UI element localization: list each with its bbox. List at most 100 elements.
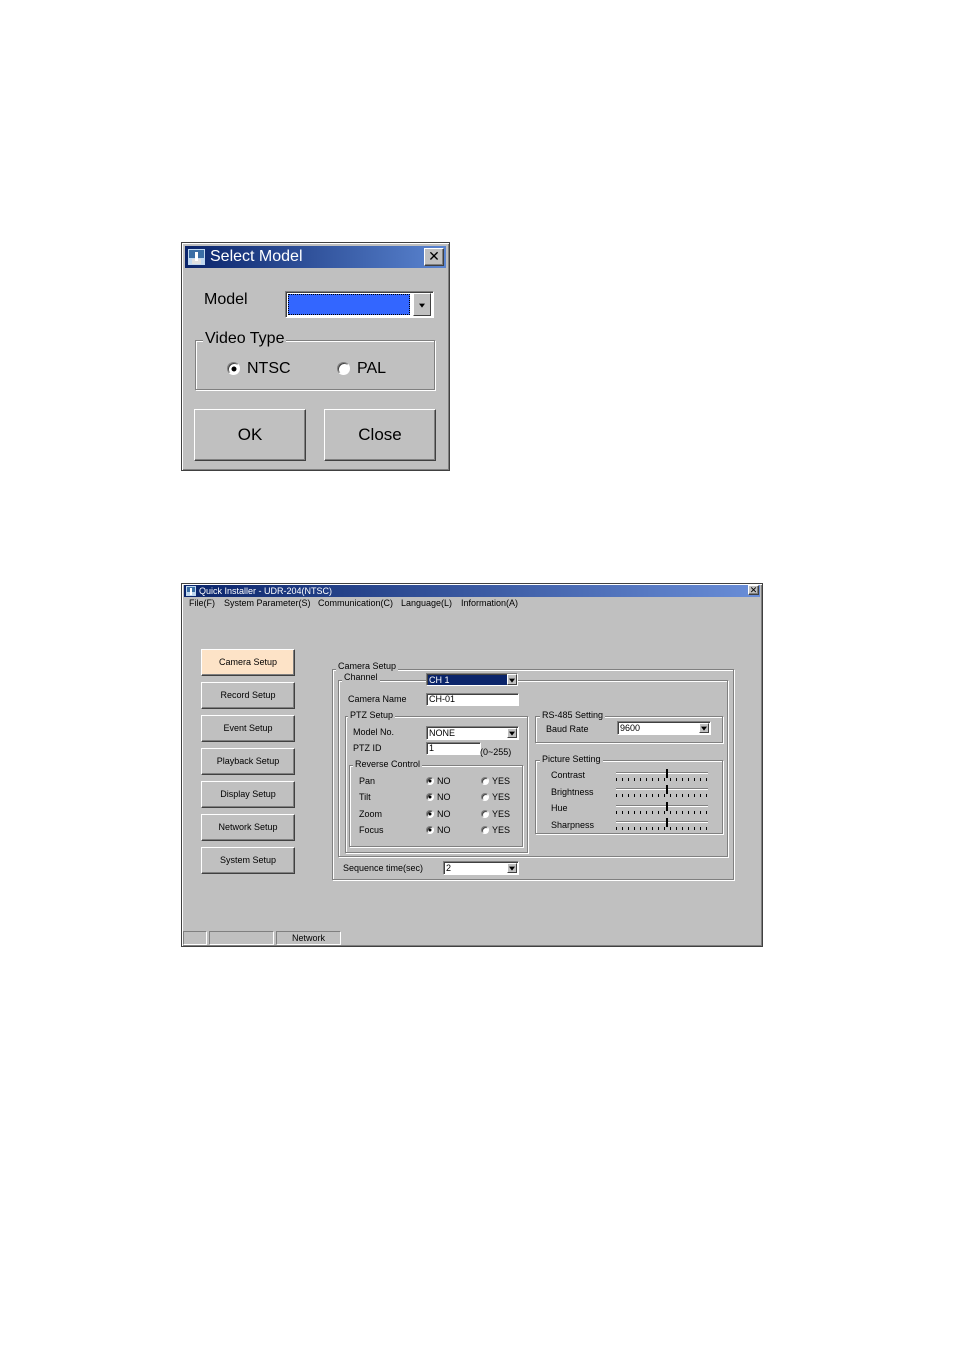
pan-label: Pan	[359, 776, 376, 786]
ptz-id-label: PTZ ID	[353, 743, 382, 753]
ptz-model-combobox[interactable]: NONE	[426, 726, 519, 740]
slider-ticks	[616, 827, 708, 830]
menu-system-parameter[interactable]: System Parameter(S)	[224, 598, 311, 608]
zoom-yes-radio[interactable]	[481, 810, 489, 818]
ptz-id-range: (0~255)	[480, 747, 512, 757]
menu-information[interactable]: Information(A)	[461, 598, 518, 608]
nav-display-setup[interactable]: Display Setup	[201, 781, 295, 808]
tilt-yes-label: YES	[492, 792, 511, 802]
contrast-slider[interactable]	[616, 769, 708, 781]
zoom-no-label: NO	[437, 809, 451, 819]
pal-label: PAL	[357, 360, 387, 377]
pan-no-label: NO	[437, 776, 451, 786]
tilt-no-label: NO	[437, 792, 451, 802]
chevron-down-icon[interactable]	[507, 674, 517, 685]
tilt-label: Tilt	[359, 792, 371, 802]
slider-ticks	[616, 778, 708, 781]
pan-yes-radio[interactable]	[481, 777, 489, 785]
baud-rate-field[interactable]: 9600	[617, 721, 711, 735]
contrast-label: Contrast	[551, 770, 586, 780]
nav-system-setup[interactable]: System Setup	[201, 847, 295, 874]
chevron-down-icon[interactable]	[507, 728, 517, 738]
picture-setting-legend: Picture Setting	[540, 754, 603, 764]
pal-radio[interactable]	[337, 362, 350, 375]
nav-playback-setup[interactable]: Playback Setup	[201, 748, 295, 775]
hue-slider[interactable]	[616, 802, 708, 814]
slider-ticks	[616, 794, 708, 797]
camera-name-input[interactable]: CH-01	[426, 693, 519, 706]
menu-file[interactable]: File(F)	[189, 598, 215, 608]
slider-thumb[interactable]	[666, 802, 668, 811]
brightness-slider[interactable]	[616, 785, 708, 797]
model-field[interactable]	[285, 291, 434, 318]
tilt-yes-radio[interactable]	[481, 793, 489, 801]
model-value	[288, 294, 410, 315]
ntsc-radio[interactable]	[227, 362, 240, 375]
ptz-model-label: Model No.	[353, 727, 395, 737]
camera-setup-legend: Camera Setup	[336, 661, 399, 671]
ptz-model-field[interactable]: NONE	[426, 726, 519, 740]
focus-yes-label: YES	[492, 825, 511, 835]
zoom-label: Zoom	[359, 809, 383, 819]
close-button[interactable]: Close	[324, 409, 436, 461]
sequence-time-combobox[interactable]: 2	[443, 861, 519, 875]
ntsc-label: NTSC	[247, 360, 291, 377]
slider-track	[616, 772, 708, 774]
focus-no-radio[interactable]	[426, 826, 434, 834]
chevron-down-icon[interactable]	[507, 863, 517, 873]
nav-record-setup[interactable]: Record Setup	[201, 682, 295, 709]
ptz-id-input[interactable]: 1	[426, 742, 481, 755]
baud-rate-combobox[interactable]: 9600	[617, 721, 711, 735]
video-type-legend: Video Type	[203, 330, 287, 348]
app-icon	[188, 249, 205, 265]
slider-thumb[interactable]	[666, 785, 668, 794]
chevron-down-icon[interactable]	[699, 723, 709, 733]
dialog-title: Select Model	[210, 248, 303, 265]
ok-button[interactable]: OK	[194, 409, 306, 461]
close-icon[interactable]: ✕	[748, 585, 759, 595]
sharpness-label: Sharpness	[551, 820, 595, 830]
quick-installer-window: Quick Installer - UDR-204(NTSC) ✕ File(F…	[181, 583, 763, 947]
slider-track	[616, 821, 708, 823]
rs485-legend: RS-485 Setting	[540, 710, 606, 720]
nav-network-setup[interactable]: Network Setup	[201, 814, 295, 841]
status-pane-1	[183, 931, 207, 945]
menu-language[interactable]: Language(L)	[401, 598, 452, 608]
select-model-titlebar[interactable]: Select Model	[185, 246, 446, 268]
nav-camera-setup[interactable]: Camera Setup	[201, 649, 295, 676]
model-combobox[interactable]	[285, 291, 434, 318]
status-pane-2	[209, 931, 274, 945]
quick-installer-titlebar[interactable]: Quick Installer - UDR-204(NTSC)	[184, 585, 760, 597]
zoom-yes-label: YES	[492, 809, 511, 819]
slider-thumb[interactable]	[666, 818, 668, 827]
pan-yes-label: YES	[492, 776, 511, 786]
sequence-time-label: Sequence time(sec)	[343, 863, 424, 873]
sharpness-slider[interactable]	[616, 818, 708, 830]
slider-track	[616, 788, 708, 790]
channel-value: CH 1	[428, 675, 507, 685]
slider-track	[616, 805, 708, 807]
focus-yes-radio[interactable]	[481, 826, 489, 834]
select-model-dialog: Select Model ✕ Model Video Type NTSC PAL…	[181, 242, 450, 471]
model-label: Model	[204, 291, 248, 308]
channel-field[interactable]: CH 1	[426, 673, 518, 686]
brightness-label: Brightness	[551, 787, 594, 797]
hue-label: Hue	[551, 803, 568, 813]
app-icon	[186, 586, 196, 596]
window-title: Quick Installer - UDR-204(NTSC)	[199, 586, 333, 596]
channel-combobox[interactable]: CH 1	[426, 673, 518, 686]
slider-thumb[interactable]	[666, 769, 668, 778]
baud-rate-label: Baud Rate	[546, 724, 589, 734]
focus-no-label: NO	[437, 825, 451, 835]
reverse-control-legend: Reverse Control	[353, 759, 423, 769]
close-icon[interactable]: ✕	[424, 248, 444, 266]
slider-ticks	[616, 811, 708, 814]
zoom-no-radio[interactable]	[426, 810, 434, 818]
channel-legend: Channel	[342, 672, 380, 682]
menu-communication[interactable]: Communication(C)	[318, 598, 393, 608]
pan-no-radio[interactable]	[426, 777, 434, 785]
nav-event-setup[interactable]: Event Setup	[201, 715, 295, 742]
chevron-down-icon[interactable]	[413, 293, 431, 316]
ptz-setup-legend: PTZ Setup	[348, 710, 396, 720]
tilt-no-radio[interactable]	[426, 793, 434, 801]
